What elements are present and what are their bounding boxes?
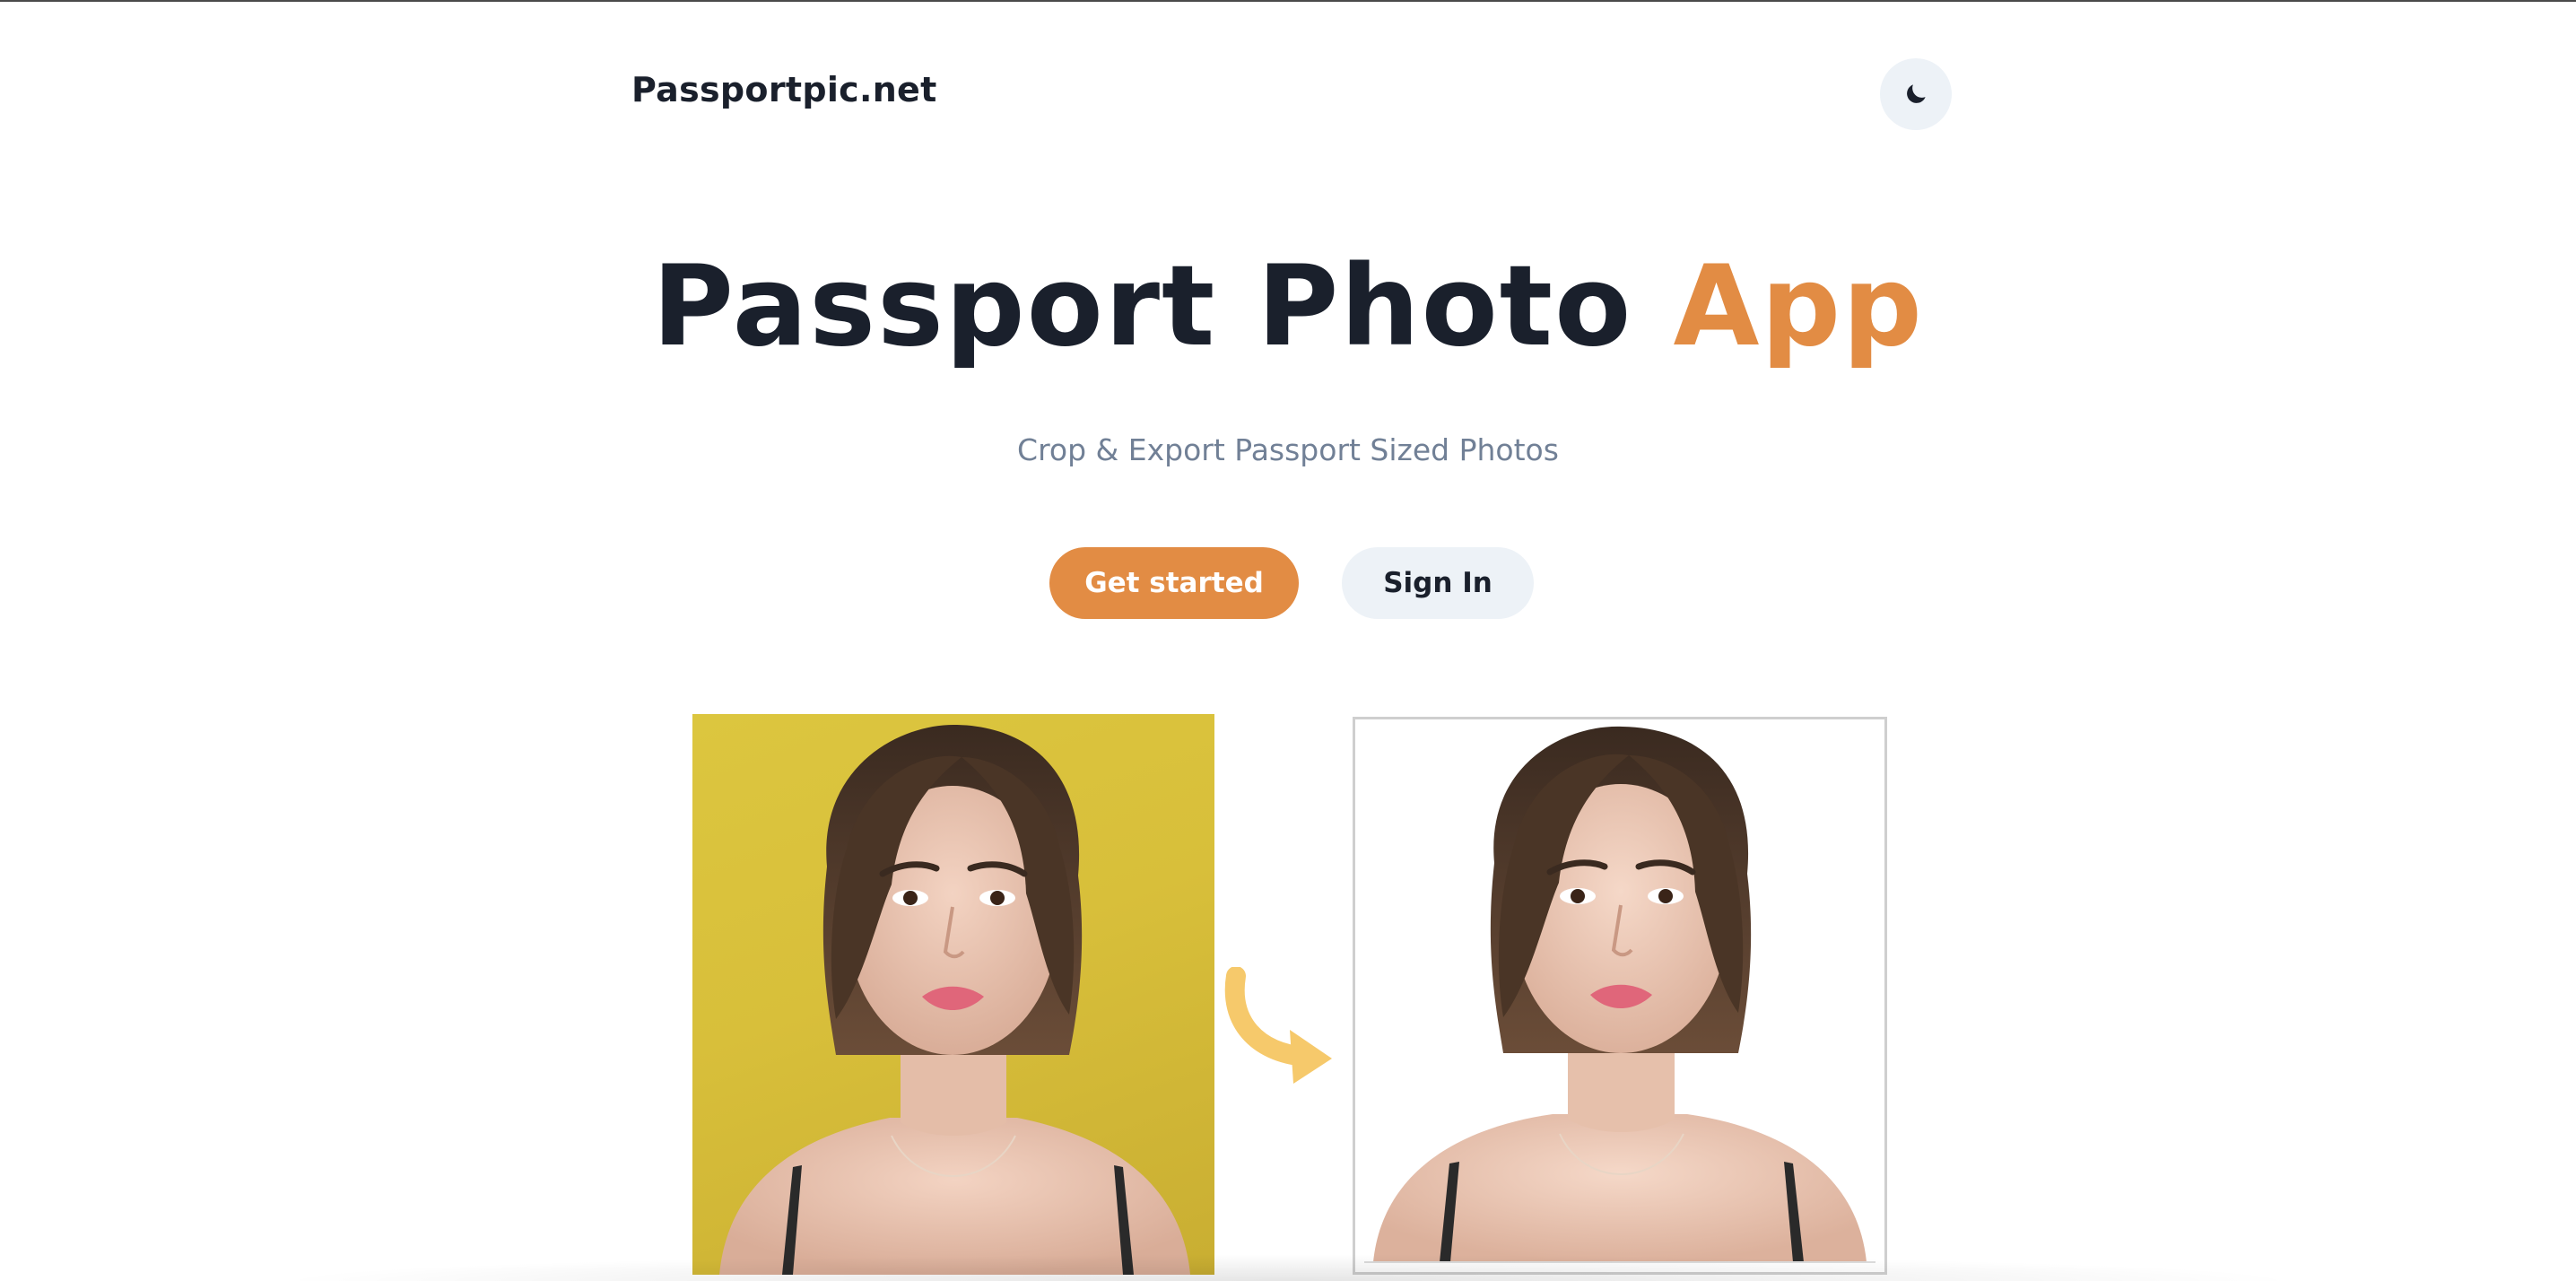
hero-title: Passport Photo App: [0, 235, 2576, 379]
after-photo: [1353, 717, 1887, 1275]
hero-subtitle: Crop & Export Passport Sized Photos: [1017, 432, 1559, 467]
landing-page: Passportpic.net Passport Photo App Crop …: [0, 0, 2576, 1281]
moon-icon: [1907, 84, 1926, 103]
portrait-illustration-after: [1373, 726, 1867, 1262]
get-started-button[interactable]: Get started: [1049, 547, 1299, 619]
window-top-border: [0, 0, 2576, 2]
brand-logo[interactable]: Passportpic.net: [631, 70, 937, 109]
portrait-illustration-before: [719, 724, 1190, 1275]
before-photo: [692, 714, 1214, 1275]
scroll-shadow: [269, 1254, 2307, 1281]
theme-toggle-button[interactable]: [1880, 58, 1952, 130]
hero-title-main: Passport Photo: [652, 242, 1633, 371]
curved-arrow-right-icon: [1224, 967, 1332, 1084]
sign-in-button[interactable]: Sign In: [1342, 547, 1534, 619]
hero-title-accent: App: [1673, 242, 1924, 371]
